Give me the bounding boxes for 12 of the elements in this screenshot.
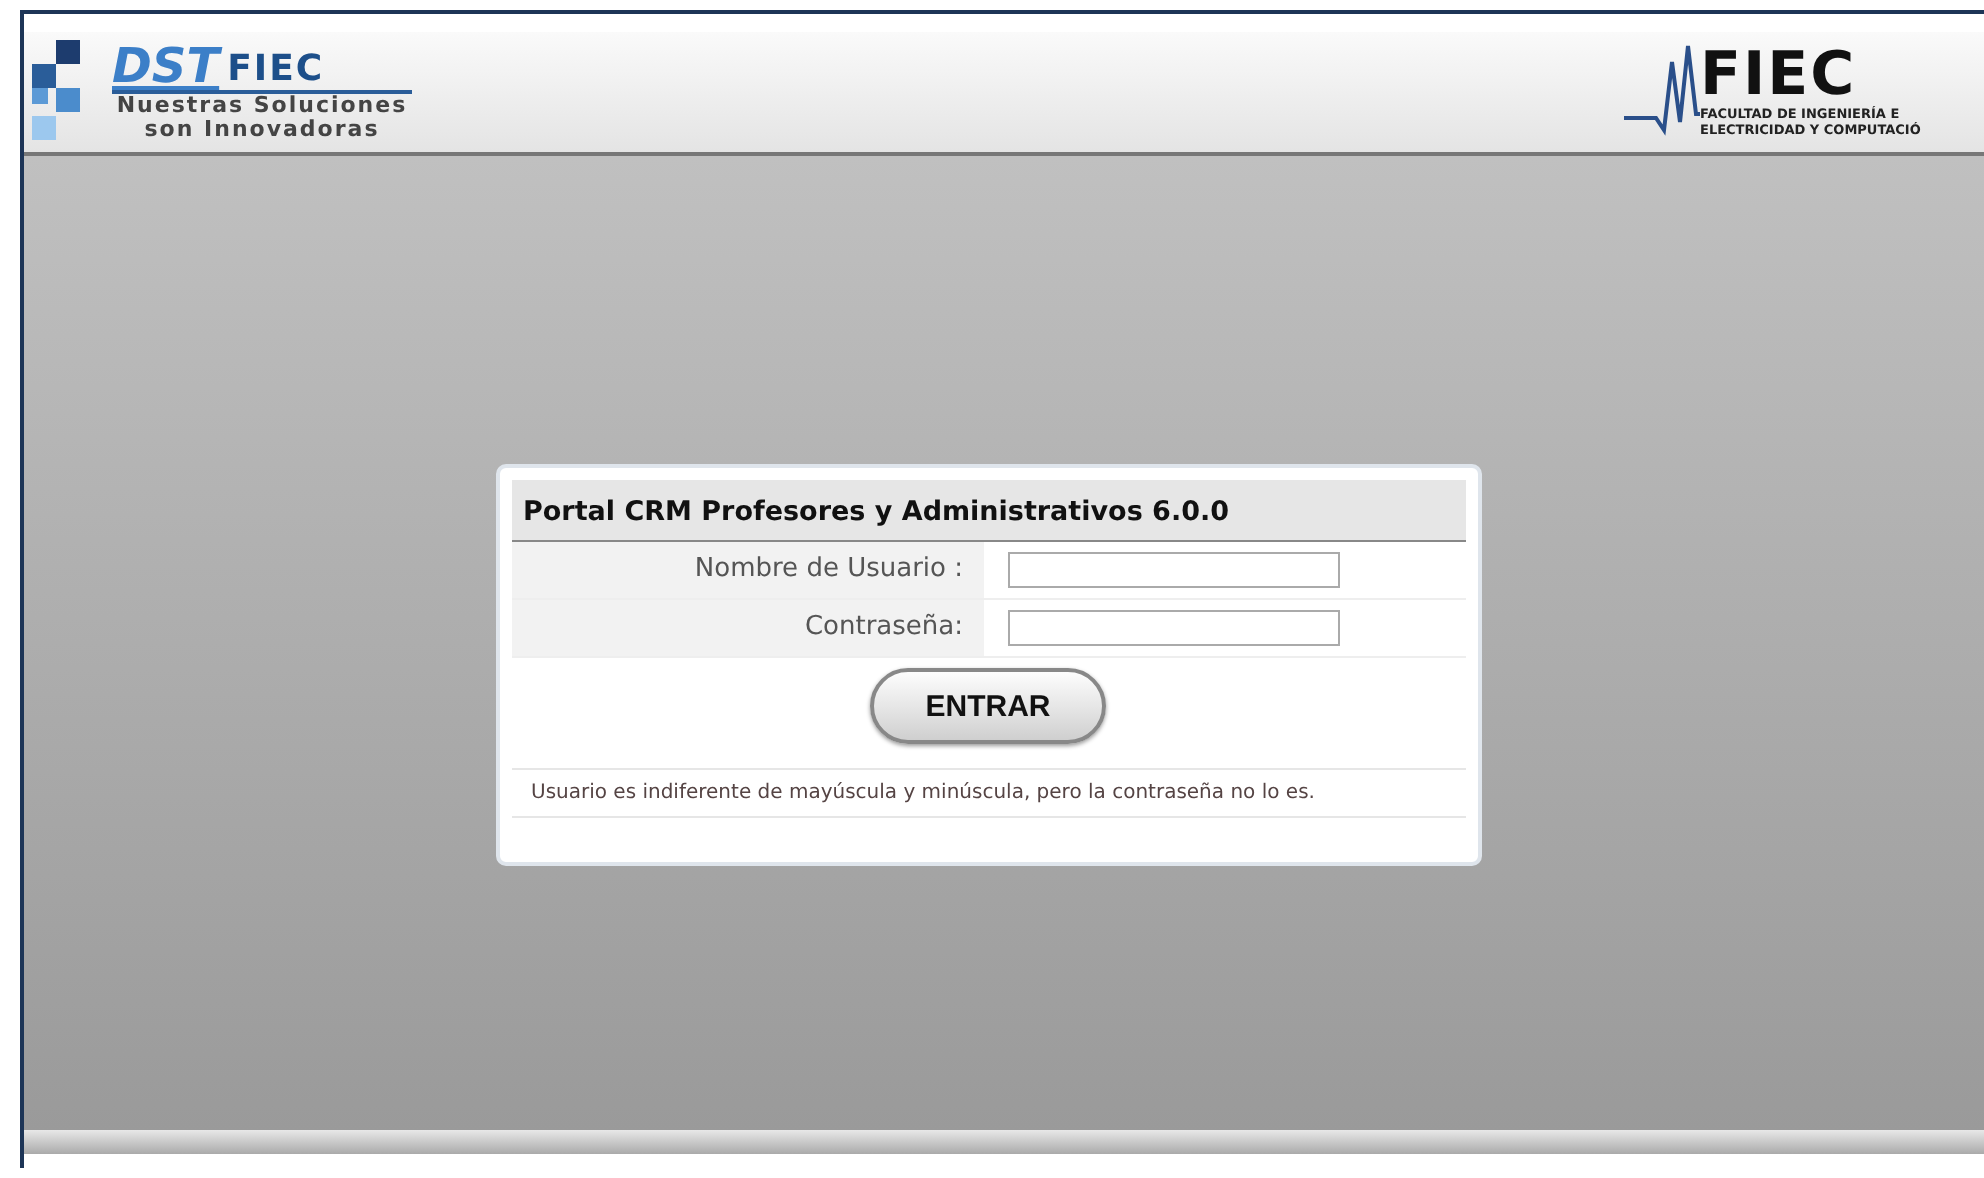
- field-label: Nombre de Usuario :: [511, 542, 983, 598]
- login-button[interactable]: ENTRAR: [870, 668, 1106, 744]
- logo-tagline: son Innovadoras: [142, 118, 382, 142]
- logo-text: DST: [112, 42, 220, 90]
- logo-text: FIEC: [227, 50, 325, 90]
- input-field[interactable]: [1007, 552, 1339, 588]
- login-title: Portal CRM Profesores y Administrativos 6.0.0: [511, 480, 1465, 542]
- logo-tagline: Nuestras Soluciones: [114, 94, 410, 118]
- field-label: Contraseña:: [511, 600, 983, 656]
- logo-text: FIEC: [1700, 46, 1857, 106]
- hint-text: Usuario es indiferente de mayúscula y minúscula, pero la contraseña no lo es.: [511, 770, 1465, 818]
- input-field[interactable]: [1007, 610, 1339, 646]
